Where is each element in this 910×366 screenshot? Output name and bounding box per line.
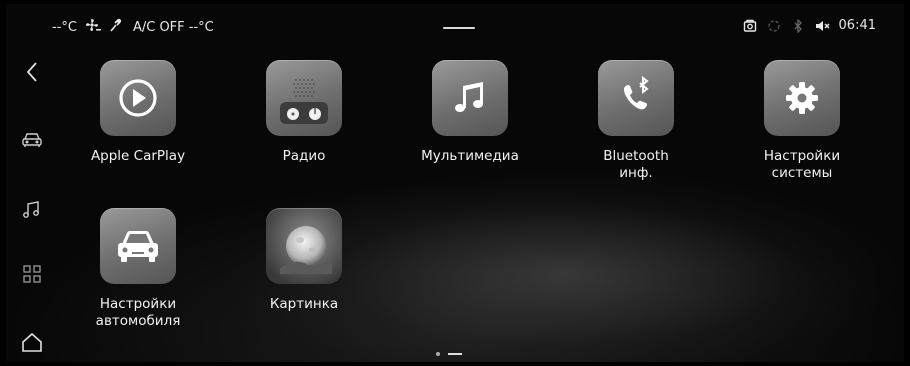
climate-status[interactable]: --°C A/C OFF --°C — [52, 18, 214, 36]
sync-icon — [767, 19, 781, 33]
app-label: Bluetooth инф. — [603, 148, 669, 181]
grid-icon — [23, 265, 41, 283]
radio-icon — [266, 60, 342, 136]
bluetooth-icon — [791, 17, 805, 34]
temp-left: --°C — [52, 19, 77, 35]
app-label: Настройки автомобиля — [95, 296, 181, 329]
app-label: Мультимедиа — [421, 148, 519, 164]
picture-icon — [266, 208, 342, 284]
mute-icon — [815, 19, 830, 33]
app-label: Apple CarPlay — [90, 148, 186, 164]
page-dot-active — [448, 353, 462, 355]
music-icon — [432, 60, 508, 136]
airflow-icon — [109, 18, 125, 36]
home-screen: --°C A/C OFF --°C 06:41 Apple CarPlay Ра… — [6, 4, 904, 362]
ac-status: A/C OFF --°C — [132, 19, 214, 35]
app-label: Радио — [282, 148, 326, 164]
camera-icon — [743, 19, 757, 33]
clock: 06:41 — [838, 18, 876, 33]
bluetooth-phone-icon — [598, 60, 674, 136]
app-label: Картинка — [269, 296, 339, 312]
settings-icon — [764, 60, 840, 136]
back-button[interactable] — [20, 60, 44, 84]
page-indicator[interactable] — [436, 352, 462, 356]
sidebar-item-music[interactable] — [20, 198, 44, 222]
app-car-settings[interactable]: Настройки автомобиля — [63, 208, 213, 330]
chevron-left-icon — [26, 62, 37, 82]
page-dot — [436, 352, 440, 356]
status-bar: --°C A/C OFF --°C 06:41 — [6, 4, 904, 44]
notification-handle[interactable] — [443, 27, 475, 29]
app-system-settings[interactable]: Настройки системы — [727, 60, 877, 182]
app-radio[interactable]: Радио — [229, 60, 379, 165]
app-multimedia[interactable]: Мультимедиа — [395, 60, 545, 165]
sidebar — [6, 44, 60, 362]
status-icons: 06:41 — [743, 17, 876, 34]
home-icon — [22, 332, 42, 352]
app-bluetooth-info[interactable]: Bluetooth инф. — [561, 60, 711, 182]
app-picture[interactable]: Картинка — [229, 208, 379, 313]
music-note-icon — [23, 201, 39, 218]
sidebar-item-apps[interactable] — [20, 262, 44, 286]
sidebar-item-car[interactable] — [20, 128, 44, 152]
fan-icon — [85, 18, 101, 36]
carplay-icon — [100, 60, 176, 136]
car-icon — [22, 133, 42, 147]
sidebar-item-home[interactable] — [20, 330, 44, 354]
app-label: Настройки системы — [763, 148, 841, 181]
app-apple-carplay[interactable]: Apple CarPlay — [63, 60, 213, 165]
car-settings-icon — [100, 208, 176, 284]
